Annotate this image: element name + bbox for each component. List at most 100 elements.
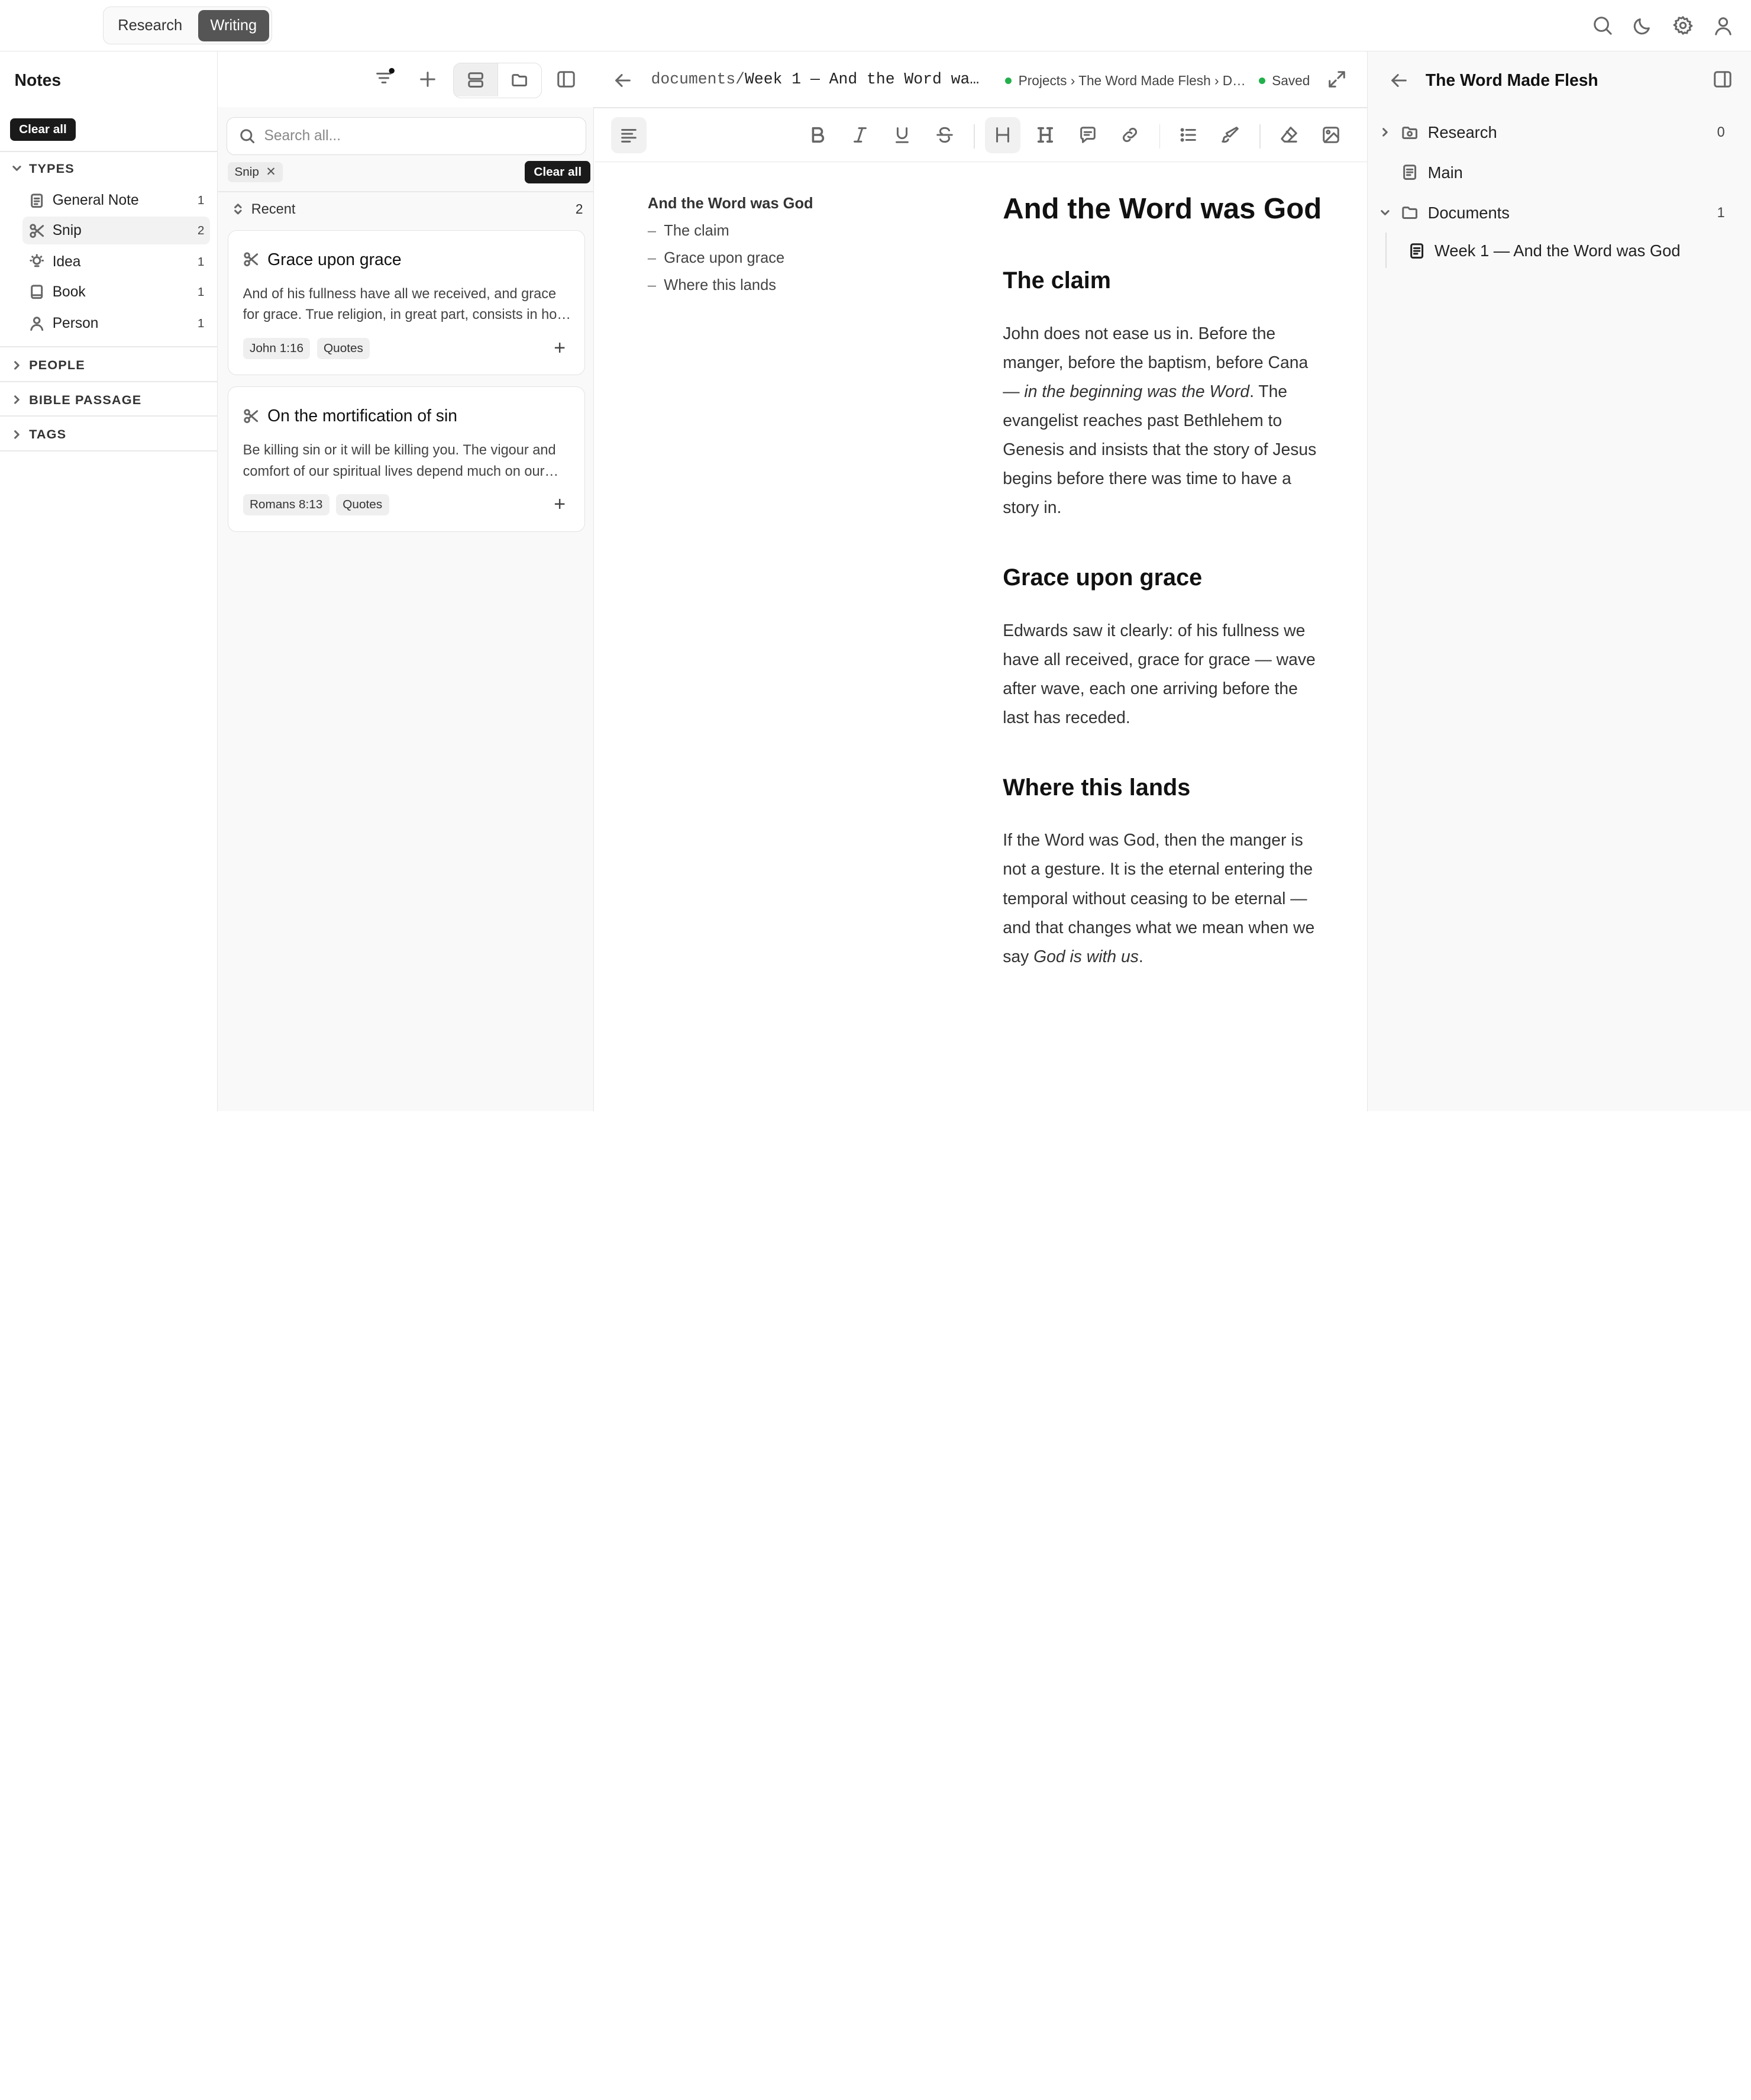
document-body[interactable]: And the Word was God The claim John does… — [1003, 192, 1326, 1014]
outline-toggle-button[interactable] — [610, 117, 647, 153]
folder-view-icon[interactable] — [498, 63, 541, 97]
heading-button[interactable] — [985, 117, 1021, 153]
close-icon[interactable]: ✕ — [266, 164, 276, 179]
outline-item[interactable]: – The claim — [648, 222, 938, 240]
card-body: And of his fullness have all we received… — [243, 285, 567, 322]
tree-item-label: Week 1 — And the Word was God — [1434, 241, 1681, 260]
card-title: On the mortification of sin — [267, 406, 457, 425]
outline-item[interactable]: – Where this lands — [648, 277, 938, 294]
notes-title: Notes — [14, 70, 62, 89]
card-body: Be killing sin or it will be killing you… — [243, 441, 556, 479]
card-tag[interactable]: Quotes — [316, 338, 370, 359]
types-section-header[interactable]: TYPES — [11, 161, 75, 176]
sort-row[interactable]: Recent 2 — [231, 201, 583, 217]
brush-icon — [1222, 127, 1239, 143]
filter-chip-label: Snip — [234, 164, 259, 179]
underline-button[interactable] — [884, 117, 920, 153]
search-icon[interactable] — [1590, 14, 1615, 38]
note-card[interactable]: On the mortification of sin Be killing s… — [228, 386, 586, 532]
section-label: TAGS — [29, 427, 67, 442]
tree-item-count: 1 — [1717, 205, 1725, 221]
heading-two-button[interactable] — [1028, 117, 1063, 153]
add-note-icon[interactable] — [418, 69, 438, 89]
clear-format-button[interactable] — [1271, 117, 1306, 153]
type-count: 1 — [197, 285, 205, 299]
outline-title[interactable]: And the Word was God — [648, 195, 938, 212]
align-left-icon — [621, 129, 637, 143]
type-idea[interactable]: Idea 1 — [22, 248, 210, 276]
add-to-document-icon[interactable]: + — [554, 337, 566, 360]
bold-button[interactable] — [800, 117, 835, 153]
card-tag[interactable]: John 1:16 — [243, 338, 311, 359]
tree-item-research[interactable]: Research 0 — [1379, 123, 1725, 142]
list-icon — [1180, 128, 1196, 142]
tree-item-main[interactable]: Main — [1379, 163, 1725, 182]
person-icon — [30, 317, 44, 331]
type-label: Person — [52, 315, 99, 331]
card-tag[interactable]: Quotes — [335, 494, 389, 516]
heading-icon — [996, 127, 1010, 143]
eraser-icon — [1280, 127, 1297, 143]
highlight-button[interactable] — [1213, 117, 1248, 153]
back-arrow-icon[interactable] — [1389, 70, 1409, 91]
back-arrow-icon[interactable] — [613, 70, 633, 91]
type-label: Book — [52, 283, 86, 300]
search-input[interactable] — [264, 128, 555, 145]
document-name: Week 1 — And the Word wa… — [745, 70, 980, 88]
outline-item[interactable]: – Grace upon grace — [648, 250, 938, 267]
type-general-note[interactable]: General Note 1 — [22, 186, 210, 214]
filter-icon[interactable] — [374, 67, 396, 89]
people-section-header[interactable]: PEOPLE — [11, 357, 85, 373]
card-tag[interactable]: Romans 8:13 — [243, 494, 329, 516]
tree-item-label: Main — [1427, 163, 1463, 182]
document-path: documents/Week 1 — And the Word wa… — [651, 70, 980, 88]
panel-toggle-icon[interactable] — [1713, 69, 1733, 89]
moon-icon[interactable] — [1630, 14, 1655, 38]
mode-writing-button[interactable]: Writing — [198, 9, 269, 41]
clear-all-filters-button[interactable]: Clear all — [9, 118, 76, 141]
list-view-icon[interactable] — [454, 63, 498, 97]
bible-passage-section-header[interactable]: BIBLE PASSAGE — [11, 392, 141, 408]
bullet-list-button[interactable] — [1170, 117, 1206, 153]
search-box — [227, 117, 587, 156]
type-snip[interactable]: Snip 2 — [22, 217, 210, 245]
scissors-icon — [243, 408, 258, 423]
strikethrough-button[interactable] — [927, 117, 962, 153]
tree-item-week-1[interactable]: Week 1 — And the Word was God — [1408, 241, 1731, 260]
search-icon — [240, 129, 255, 144]
comment-button[interactable] — [1070, 117, 1106, 153]
italic-button[interactable] — [842, 117, 877, 153]
sidebar-toggle-icon[interactable] — [556, 69, 576, 89]
type-label: Idea — [52, 253, 81, 270]
tree-item-documents[interactable]: Documents 1 — [1379, 204, 1725, 222]
sort-icon — [234, 204, 242, 215]
document-icon — [1403, 164, 1417, 180]
book-icon — [31, 285, 43, 299]
link-button[interactable] — [1112, 117, 1148, 153]
breadcrumb[interactable]: Projects › The Word Made Flesh › D… — [1005, 73, 1246, 89]
user-icon[interactable] — [1711, 14, 1736, 38]
chevron-down-icon — [1381, 210, 1390, 215]
insert-image-button[interactable] — [1313, 117, 1349, 153]
toolbar-separator — [1259, 124, 1261, 149]
paragraph-text: . — [1138, 946, 1143, 966]
divider — [0, 346, 218, 348]
clear-all-list-button[interactable]: Clear all — [525, 160, 591, 183]
type-book[interactable]: Book 1 — [22, 278, 210, 306]
save-status: Saved — [1258, 73, 1310, 89]
type-person[interactable]: Person 1 — [22, 309, 210, 337]
gear-icon[interactable] — [1671, 14, 1695, 38]
type-label: Snip — [52, 222, 82, 238]
mode-switcher: Research Writing — [102, 7, 272, 45]
paragraph-emphasis: God is with us — [1033, 946, 1139, 966]
document-icon — [1410, 243, 1423, 259]
mode-research-button[interactable]: Research — [105, 10, 195, 41]
chevron-down-icon — [12, 166, 21, 172]
expand-icon[interactable] — [1327, 69, 1347, 89]
paragraph: Edwards saw it clearly: of his fullness … — [1003, 620, 1316, 727]
tags-section-header[interactable]: TAGS — [11, 427, 66, 442]
add-to-document-icon[interactable]: + — [554, 493, 566, 516]
note-icon — [31, 193, 43, 208]
type-count: 2 — [197, 223, 205, 237]
note-card[interactable]: Grace upon grace And of his fullness hav… — [228, 230, 586, 376]
